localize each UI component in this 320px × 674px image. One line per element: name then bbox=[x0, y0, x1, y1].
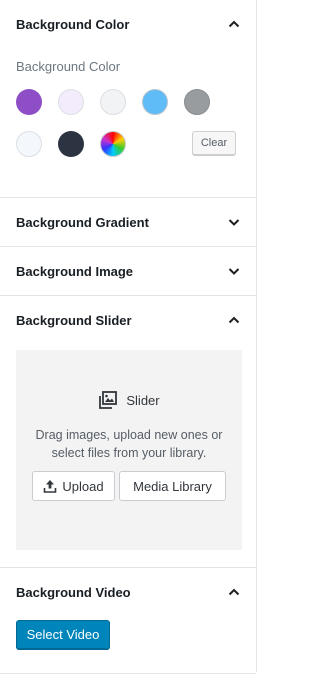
upload-icon bbox=[43, 479, 57, 493]
chevron-down-icon bbox=[227, 264, 241, 278]
swatch-gray[interactable] bbox=[184, 89, 210, 115]
swatch-purple[interactable] bbox=[16, 89, 42, 115]
custom-color-picker[interactable] bbox=[100, 131, 126, 157]
background-slider-section: Background Slider Slider Drag images, up… bbox=[0, 296, 256, 568]
section-title: Background Video bbox=[16, 584, 131, 600]
background-color-toggle[interactable]: Background Color bbox=[0, 0, 256, 48]
background-video-section: Background Video Select Video bbox=[0, 568, 256, 674]
swatch-lavender[interactable] bbox=[58, 89, 84, 115]
slider-placeholder-title: Slider bbox=[126, 392, 160, 408]
sidebar-panel: Background Color Background Color Clear … bbox=[0, 0, 257, 674]
chevron-up-icon bbox=[227, 313, 241, 327]
gallery-icon bbox=[98, 390, 118, 410]
select-video-button[interactable]: Select Video bbox=[16, 620, 110, 649]
media-library-button[interactable]: Media Library bbox=[119, 471, 226, 501]
swatch-navy[interactable] bbox=[58, 131, 84, 157]
background-image-toggle[interactable]: Background Image bbox=[0, 247, 256, 295]
background-color-section: Background Color Background Color Clear bbox=[0, 0, 256, 198]
background-gradient-toggle[interactable]: Background Gradient bbox=[0, 198, 256, 246]
background-slider-toggle[interactable]: Background Slider bbox=[0, 296, 256, 344]
swatch-off-white[interactable] bbox=[16, 131, 42, 157]
chevron-down-icon bbox=[227, 215, 241, 229]
slider-placeholder[interactable]: Slider Drag images, upload new ones or s… bbox=[16, 350, 242, 550]
background-video-toggle[interactable]: Background Video bbox=[0, 568, 256, 616]
swatch-sky-blue[interactable] bbox=[142, 89, 168, 115]
upload-button[interactable]: Upload bbox=[32, 471, 115, 501]
slider-placeholder-header: Slider bbox=[16, 390, 242, 410]
section-title: Background Slider bbox=[16, 312, 132, 328]
section-title: Background Color bbox=[16, 16, 130, 32]
swatch-light-gray[interactable] bbox=[100, 89, 126, 115]
section-title: Background Image bbox=[16, 263, 134, 279]
section-title: Background Gradient bbox=[16, 214, 149, 230]
clear-button[interactable]: Clear bbox=[192, 131, 236, 155]
background-gradient-section: Background Gradient bbox=[0, 198, 256, 247]
upload-label: Upload bbox=[62, 478, 104, 494]
chevron-up-icon bbox=[227, 585, 241, 599]
background-image-section: Background Image bbox=[0, 247, 256, 296]
background-color-label: Background Color bbox=[16, 59, 121, 74]
slider-help-text: Drag images, upload new ones or select f… bbox=[35, 428, 223, 460]
chevron-up-icon bbox=[227, 17, 241, 31]
